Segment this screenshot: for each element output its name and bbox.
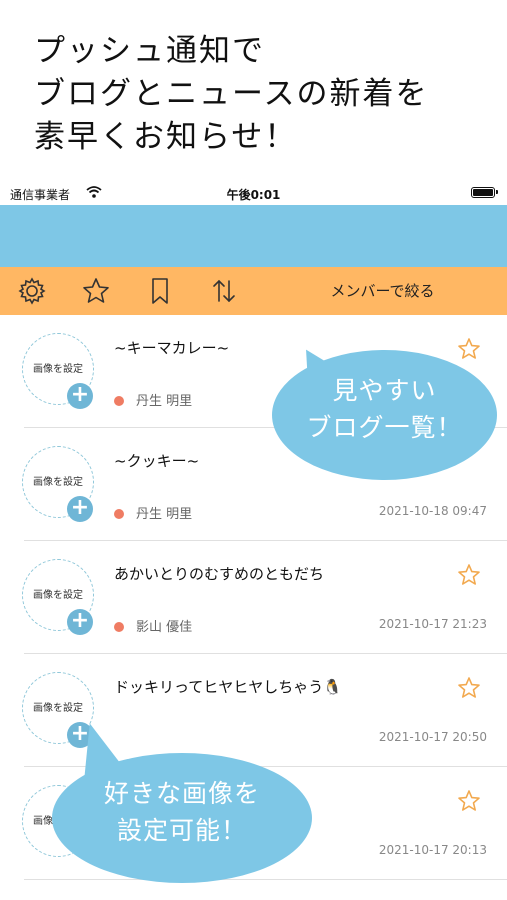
- promo-line-2: ブログとニュースの新着を: [34, 76, 429, 112]
- callout-text: 好きな画像を: [103, 779, 260, 808]
- member-filter-button[interactable]: メンバーで絞る: [300, 267, 465, 315]
- favorite-star-icon[interactable]: [457, 789, 481, 813]
- callout-text: ブログ一覧！: [306, 413, 463, 442]
- promo-line-1: プッシュ通知で: [34, 33, 265, 69]
- callout-bubble-blog-list: 見やすい ブログ一覧！: [272, 350, 497, 480]
- gear-icon[interactable]: [17, 276, 47, 306]
- blog-date: 2021-10-18 09:47: [378, 504, 487, 518]
- blog-date: 2021-10-17 20:50: [378, 730, 487, 744]
- add-image-icon[interactable]: +: [67, 383, 93, 409]
- list-item[interactable]: 画像を設定 + あかいとりのむすめのともだち 影山 優佳 2021-10-17 …: [0, 541, 507, 654]
- favorite-star-icon[interactable]: [457, 563, 481, 587]
- blog-date: 2021-10-17 21:23: [378, 617, 487, 631]
- author-name: 影山 優佳: [136, 620, 193, 635]
- author-name: 丹生 明里: [136, 507, 193, 522]
- blog-title: ~キーマカレー~: [114, 339, 230, 357]
- blog-title: あかいとりのむすめのともだち: [114, 565, 325, 583]
- promo-line-3: 素早くお知らせ！: [34, 119, 298, 155]
- blog-date: 2021-10-17 20:13: [378, 843, 487, 857]
- favorite-star-icon[interactable]: [457, 337, 481, 361]
- sort-icon[interactable]: [209, 276, 239, 306]
- blog-author: 影山 優佳: [114, 616, 192, 635]
- member-color-dot: [114, 622, 124, 632]
- add-image-icon[interactable]: +: [67, 609, 93, 635]
- list-item[interactable]: 画像を設定 + ドッキリってヒヤヒヤしちゃう🐧 2021-10-17 20:50: [0, 654, 507, 767]
- status-time: 午後0:01: [226, 188, 281, 202]
- favorite-star-icon[interactable]: [457, 676, 481, 700]
- callout-text: 見やすい: [332, 376, 437, 405]
- favorites-star-icon[interactable]: [81, 276, 111, 306]
- toolbar: メンバーで絞る: [0, 267, 507, 315]
- callout-bubble-image: 好きな画像を 設定可能！: [52, 753, 312, 883]
- divider: [24, 879, 507, 880]
- blog-author: 丹生 明里: [114, 503, 192, 522]
- status-bar: 通信事業者 午後0:01: [0, 183, 507, 205]
- member-color-dot: [114, 509, 124, 519]
- navigation-bar: [0, 205, 507, 267]
- callout-text: 設定可能！: [116, 816, 247, 845]
- author-name: 丹生 明里: [136, 394, 193, 409]
- blog-title: ~クッキー~: [114, 452, 200, 470]
- add-image-icon[interactable]: +: [67, 496, 93, 522]
- bookmark-icon[interactable]: [145, 276, 175, 306]
- battery-icon: [471, 187, 498, 198]
- member-color-dot: [114, 396, 124, 406]
- blog-title: ドッキリってヒヤヒヤしちゃう🐧: [114, 678, 342, 696]
- promo-headline: プッシュ通知で ブログとニュースの新着を 素早くお知らせ！: [34, 30, 494, 159]
- blog-author: 丹生 明里: [114, 390, 192, 409]
